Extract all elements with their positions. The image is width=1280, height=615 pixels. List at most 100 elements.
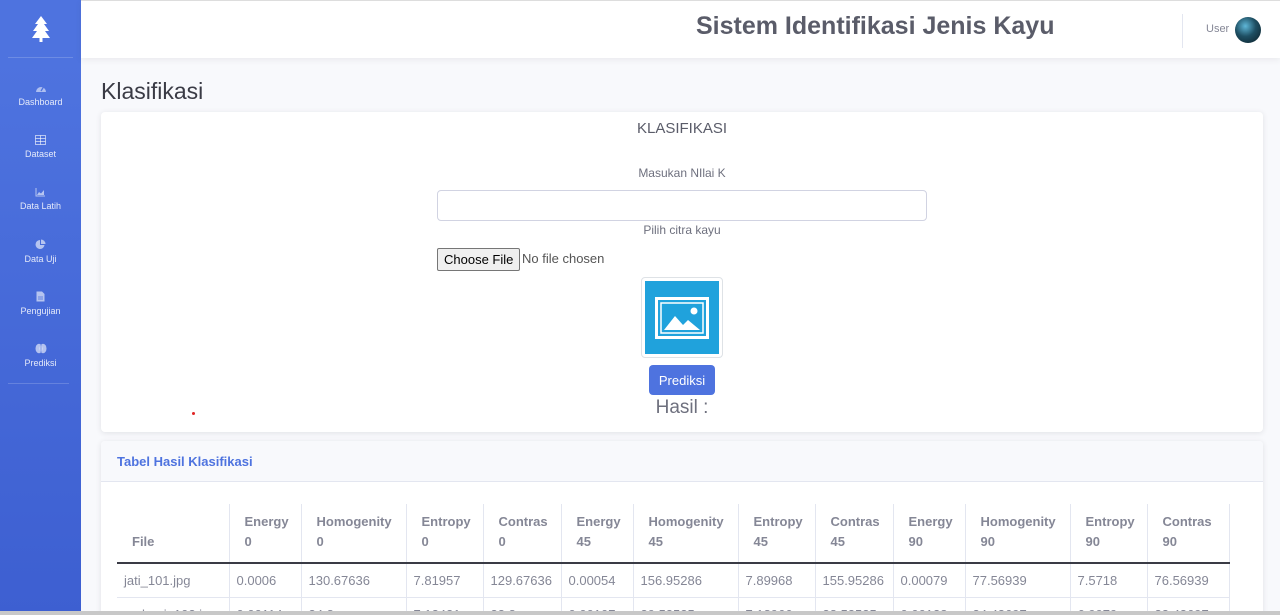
k-value-input[interactable] <box>437 190 927 221</box>
results-table-wrapper[interactable]: File Energy 0 Homogenity 0 Entropy 0 Contras 0 En… <box>117 504 1230 615</box>
header-line: 45 <box>648 534 663 549</box>
sidebar: Dashboard Dataset Data Latih Data Uji Pe… <box>0 0 81 615</box>
header-line: 45 <box>576 534 591 549</box>
header-line: Energy <box>244 514 289 529</box>
image-placeholder-icon <box>645 281 719 354</box>
classification-card: KLASIFIKASI Masukan NIlai K Pilih citra … <box>101 112 1263 432</box>
sidebar-divider <box>8 383 69 384</box>
card-title: KLASIFIKASI <box>636 120 728 137</box>
sidebar-item-label: Data Latih <box>19 201 62 211</box>
avatar[interactable] <box>1235 17 1261 43</box>
table-icon <box>35 135 46 145</box>
header-line: Contras <box>1162 514 1212 529</box>
sidebar-item-dashboard[interactable]: Dashboard <box>0 69 81 121</box>
header-line: Homogenity <box>648 514 724 529</box>
table-cell: 130.67636 <box>301 563 407 598</box>
sidebar-item-data-uji[interactable]: Data Uji <box>0 225 81 277</box>
results-table-card: Tabel Hasil Klasifikasi File Energy 0 Homog… <box>101 441 1263 615</box>
table-header-cell: Contras 90 <box>1147 504 1230 564</box>
header-line: Contras <box>498 514 548 529</box>
image-preview <box>641 277 723 358</box>
results-table: File Energy 0 Homogenity 0 Entropy 0 Contras 0 En… <box>117 504 1230 615</box>
table-cell: 0.00079 <box>893 563 966 598</box>
header-line: Entropy <box>1085 514 1135 529</box>
page-title: Klasifikasi <box>101 78 204 104</box>
gauge-icon <box>35 86 46 92</box>
table-header-cell: Entropy 90 <box>1070 504 1148 564</box>
result-label: Hasil : <box>655 397 709 418</box>
table-header-cell: Entropy 45 <box>738 504 816 564</box>
k-value-label: Masukan NIlai K <box>638 166 726 180</box>
header-line: Entropy <box>421 514 471 529</box>
sidebar-item-label: Dashboard <box>18 97 63 107</box>
table-cell: 7.5718 <box>1070 563 1148 598</box>
table-header-cell: Energy 0 <box>229 504 302 564</box>
table-cell: 156.95286 <box>633 563 739 598</box>
image-file-label: Pilih citra kayu <box>643 223 721 237</box>
results-card-header: Tabel Hasil Klasifikasi <box>101 441 1263 482</box>
pie-chart-icon <box>35 239 46 249</box>
table-cell: 155.95286 <box>815 563 894 598</box>
sidebar-item-data-latih[interactable]: Data Latih <box>0 173 81 225</box>
header-line: 0 <box>498 534 506 549</box>
app-title: Sistem Identifikasi Jenis Kayu <box>696 12 1055 40</box>
header-line: 0 <box>316 534 324 549</box>
table-header-row: File Energy 0 Homogenity 0 Entropy 0 Contras 0 En… <box>117 504 1230 564</box>
choose-file-button[interactable]: Choose File <box>437 248 521 271</box>
results-card-title: Tabel Hasil Klasifikasi <box>117 454 253 469</box>
sidebar-item-label: Prediksi <box>24 357 57 368</box>
header-line: Contras <box>830 514 880 529</box>
header-line: 90 <box>980 534 995 549</box>
header-line: Entropy <box>753 514 803 529</box>
table-header-cell: Homogenity 45 <box>633 504 739 564</box>
header-line: 0 <box>421 534 429 549</box>
table-header-cell: Entropy 0 <box>406 504 484 564</box>
header-line: 90 <box>1162 534 1177 549</box>
header-line: 0 <box>244 534 252 549</box>
header-line: 45 <box>830 534 845 549</box>
topbar-divider <box>1182 14 1183 48</box>
sidebar-item-dataset[interactable]: Dataset <box>0 121 81 173</box>
marker-dot <box>192 412 195 415</box>
header-line: 90 <box>1085 534 1100 549</box>
user-name[interactable]: User <box>1206 23 1229 35</box>
table-header-cell: Contras 0 <box>483 504 562 564</box>
table-cell: 129.67636 <box>483 563 562 598</box>
table-cell: 7.81957 <box>406 563 484 598</box>
brand[interactable] <box>8 0 73 58</box>
header-line: Homogenity <box>980 514 1056 529</box>
sidebar-item-prediksi[interactable]: Prediksi <box>0 329 81 381</box>
sidebar-item-label: Dataset <box>24 149 57 159</box>
header-line: Energy <box>576 514 621 529</box>
header-line: 45 <box>753 534 768 549</box>
table-header-cell: Contras 45 <box>815 504 894 564</box>
table-body: jati_101.jpg 0.0006 130.67636 7.81957 129.67… <box>117 563 1230 615</box>
sidebar-item-pengujian[interactable]: Pengujian <box>0 277 81 329</box>
file-icon <box>36 291 45 301</box>
file-status: No file chosen <box>522 251 605 266</box>
header-line: 90 <box>908 534 923 549</box>
predict-button[interactable]: Prediksi <box>649 365 715 395</box>
table-header-cell: File <box>117 504 230 564</box>
table-header-cell: Homogenity 90 <box>965 504 1071 564</box>
table-row: jati_101.jpg 0.0006 130.67636 7.81957 129.67… <box>117 563 1230 598</box>
table-cell: jati_101.jpg <box>117 563 230 598</box>
table-cell: 77.56939 <box>965 563 1071 598</box>
area-chart-icon <box>35 188 45 197</box>
table-header-cell: Homogenity 0 <box>301 504 407 564</box>
table-cell: 0.0006 <box>229 563 302 598</box>
sidebar-item-label: Data Uji <box>24 253 57 264</box>
horizontal-scrollbar[interactable] <box>0 611 1280 615</box>
brain-icon <box>35 343 46 353</box>
header-line: Homogenity <box>316 514 392 529</box>
topbar: Sistem Identifikasi Jenis Kayu User <box>81 0 1280 58</box>
header-line: File <box>132 534 155 549</box>
sidebar-item-label: Pengujian <box>20 305 61 316</box>
table-cell: 0.00054 <box>561 563 634 598</box>
table-header-cell: Energy 45 <box>561 504 634 564</box>
table-header-cell: Energy 90 <box>893 504 966 564</box>
table-cell: 7.89968 <box>738 563 816 598</box>
header-line: Energy <box>908 514 953 529</box>
table-cell: 76.56939 <box>1147 563 1230 598</box>
tree-icon <box>31 15 50 42</box>
